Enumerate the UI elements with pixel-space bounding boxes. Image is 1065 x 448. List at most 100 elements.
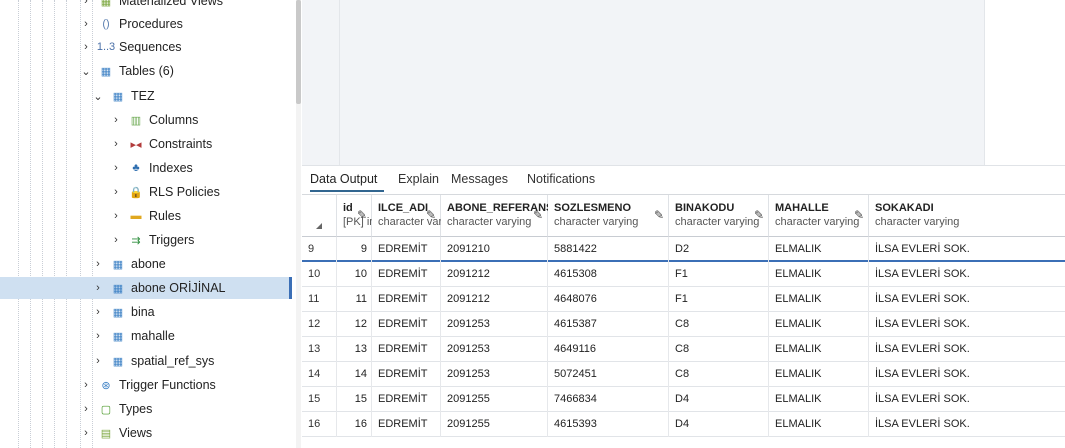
table-cell[interactable]: 2091255 bbox=[441, 412, 548, 437]
row-number[interactable]: 15 bbox=[302, 387, 337, 412]
tree-item[interactable]: › ▬ Rules bbox=[0, 205, 296, 227]
table-cell[interactable]: 10 bbox=[337, 262, 372, 287]
tree-item[interactable]: › ▦ Materialized Views bbox=[0, 0, 296, 12]
table-cell[interactable]: 5881422 bbox=[548, 237, 669, 262]
tab-messages[interactable]: Messages bbox=[451, 172, 508, 186]
chevron-right-icon[interactable]: › bbox=[80, 379, 92, 391]
column-header[interactable]: id[PK] integer✎ bbox=[337, 195, 400, 237]
chevron-right-icon[interactable]: › bbox=[92, 282, 104, 294]
tree-item[interactable]: › ♣ Indexes bbox=[0, 157, 296, 179]
table-cell[interactable]: ELMALIK bbox=[769, 237, 869, 262]
table-cell[interactable]: İLSA EVLERİ SOK. bbox=[869, 237, 1065, 262]
tree-item[interactable]: › ▦ abone ORİJİNAL bbox=[0, 277, 292, 299]
row-number[interactable]: 12 bbox=[302, 312, 337, 337]
row-number[interactable]: 9 bbox=[302, 237, 337, 262]
chevron-right-icon[interactable]: › bbox=[110, 114, 122, 126]
sidebar-scrollbar[interactable] bbox=[296, 0, 301, 448]
table-cell[interactable]: ELMALIK bbox=[769, 312, 869, 337]
table-cell[interactable]: 2091253 bbox=[441, 312, 548, 337]
table-cell[interactable]: EDREMİT bbox=[372, 262, 441, 287]
sidebar-scrollbar-thumb[interactable] bbox=[296, 0, 301, 104]
table-cell[interactable]: 2091210 bbox=[441, 237, 548, 262]
table-cell[interactable]: EDREMİT bbox=[372, 387, 441, 412]
chevron-down-icon[interactable]: ⌄ bbox=[92, 90, 104, 103]
column-header[interactable]: ILCE_ADI character varying ✎ bbox=[372, 195, 462, 237]
table-cell[interactable]: ELMALIK bbox=[769, 387, 869, 412]
tree-item[interactable]: › 🔒 RLS Policies bbox=[0, 181, 296, 203]
chevron-right-icon[interactable]: › bbox=[92, 306, 104, 318]
table-cell[interactable]: EDREMİT bbox=[372, 412, 441, 437]
table-cell[interactable]: 4649116 bbox=[548, 337, 669, 362]
table-cell[interactable]: F1 bbox=[669, 262, 769, 287]
table-cell[interactable]: 12 bbox=[337, 312, 372, 337]
table-row[interactable]: 13 13 EDREMİT 2091253 4649116 C8 ELMALIK İLSA E… bbox=[302, 337, 1065, 362]
tree-item[interactable]: › ▸◂ Constraints bbox=[0, 133, 296, 155]
chevron-right-icon[interactable]: › bbox=[80, 18, 92, 30]
table-cell[interactable]: 4615387 bbox=[548, 312, 669, 337]
table-cell[interactable]: 11 bbox=[337, 287, 372, 312]
column-header[interactable]: SOKAKADIcharacter varying✎ bbox=[869, 195, 1065, 237]
table-row[interactable]: 11 11 EDREMİT 2091212 4648076 F1 ELMALIK İLSA E… bbox=[302, 287, 1065, 312]
grid-corner[interactable] bbox=[302, 195, 337, 237]
table-row[interactable]: 15 15 EDREMİT 2091255 7466834 D4 ELMALIK İLSA E… bbox=[302, 387, 1065, 412]
table-row[interactable]: 10 10 EDREMİT 2091212 4615308 F1 ELMALIK İLSA E… bbox=[302, 262, 1065, 287]
tree-item[interactable]: › ▦ spatial_ref_sys bbox=[0, 350, 296, 372]
table-cell[interactable]: 2091212 bbox=[441, 287, 548, 312]
tab-data-output[interactable]: Data Output bbox=[310, 172, 377, 186]
table-cell[interactable]: 2091212 bbox=[441, 262, 548, 287]
tree-item[interactable]: › ⊛ Trigger Functions bbox=[0, 374, 296, 396]
chevron-right-icon[interactable]: › bbox=[80, 403, 92, 415]
tree-item[interactable]: › ▦ bina bbox=[0, 301, 296, 323]
table-cell[interactable]: 4615393 bbox=[548, 412, 669, 437]
table-cell[interactable]: EDREMİT bbox=[372, 337, 441, 362]
tree-item[interactable]: › ▤ Views bbox=[0, 422, 296, 444]
chevron-right-icon[interactable]: › bbox=[80, 427, 92, 439]
table-cell[interactable]: 2091253 bbox=[441, 362, 548, 387]
table-cell[interactable]: İLSA EVLERİ SOK. bbox=[869, 387, 1065, 412]
table-cell[interactable]: EDREMİT bbox=[372, 362, 441, 387]
table-cell[interactable]: ELMALIK bbox=[769, 287, 869, 312]
chevron-right-icon[interactable]: › bbox=[80, 0, 92, 7]
table-cell[interactable]: EDREMİT bbox=[372, 312, 441, 337]
table-row[interactable]: 14 14 EDREMİT 2091253 5072451 C8 ELMALIK İLSA E… bbox=[302, 362, 1065, 387]
row-number[interactable]: 10 bbox=[302, 262, 337, 287]
chevron-right-icon[interactable]: › bbox=[110, 186, 122, 198]
tab-explain[interactable]: Explain bbox=[398, 172, 439, 186]
table-row[interactable]: 9 9 EDREMİT 2091210 5881422 D2 ELMALIK İLSA EVL… bbox=[302, 237, 1065, 262]
table-cell[interactable]: 2091255 bbox=[441, 387, 548, 412]
table-cell[interactable]: İLSA EVLERİ SOK. bbox=[869, 312, 1065, 337]
tree-item[interactable]: › ▦ mahalle bbox=[0, 325, 296, 347]
table-cell[interactable]: İLSA EVLERİ SOK. bbox=[869, 412, 1065, 437]
table-row[interactable]: 16 16 EDREMİT 2091255 4615393 D4 ELMALIK İLSA E… bbox=[302, 412, 1065, 437]
row-number[interactable]: 11 bbox=[302, 287, 337, 312]
chevron-right-icon[interactable]: › bbox=[92, 355, 104, 367]
table-cell[interactable]: 2091253 bbox=[441, 337, 548, 362]
table-cell[interactable]: 13 bbox=[337, 337, 372, 362]
tree-item[interactable]: › ▢ Types bbox=[0, 398, 296, 420]
table-cell[interactable]: 4648076 bbox=[548, 287, 669, 312]
row-number[interactable]: 16 bbox=[302, 412, 337, 437]
table-cell[interactable]: EDREMİT bbox=[372, 237, 441, 262]
row-number[interactable]: 13 bbox=[302, 337, 337, 362]
column-header[interactable]: SOZLESMENO character varying ✎ bbox=[548, 195, 669, 237]
table-cell[interactable]: D2 bbox=[669, 237, 769, 262]
table-cell[interactable]: C8 bbox=[669, 312, 769, 337]
table-cell[interactable]: D4 bbox=[669, 387, 769, 412]
table-cell[interactable]: İLSA EVLERİ SOK. bbox=[869, 287, 1065, 312]
tree-item[interactable]: › ⇉ Triggers bbox=[0, 229, 296, 251]
column-header[interactable]: ABONE_REFERANS_NO character varying ✎ bbox=[441, 195, 576, 237]
table-cell[interactable]: ELMALIK bbox=[769, 337, 869, 362]
chevron-right-icon[interactable]: › bbox=[110, 138, 122, 150]
tree-item[interactable]: › ▥ Columns bbox=[0, 109, 296, 131]
tree-item[interactable]: › ▦ abone bbox=[0, 253, 296, 275]
table-cell[interactable]: 15 bbox=[337, 387, 372, 412]
chevron-right-icon[interactable]: › bbox=[80, 41, 92, 53]
tree-item[interactable]: ⌄ ▦ Tables (6) bbox=[0, 60, 296, 82]
chevron-right-icon[interactable]: › bbox=[110, 210, 122, 222]
table-cell[interactable]: İLSA EVLERİ SOK. bbox=[869, 362, 1065, 387]
tree-item[interactable]: › 1..3 Sequences bbox=[0, 36, 296, 58]
query-editor-area[interactable] bbox=[302, 0, 1065, 165]
column-header[interactable]: BINAKODU character varying ✎ bbox=[669, 195, 769, 237]
table-cell[interactable]: 9 bbox=[337, 237, 372, 262]
chevron-right-icon[interactable]: › bbox=[110, 234, 122, 246]
